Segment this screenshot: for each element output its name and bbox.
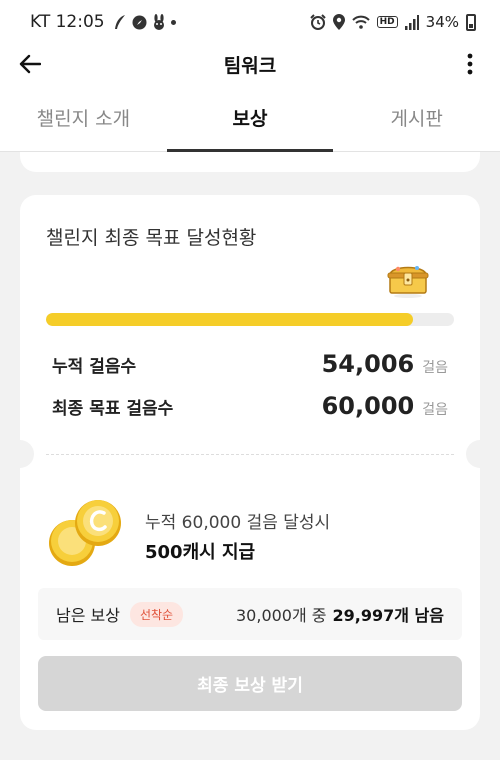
claim-final-reward-button[interactable]: 최종 보상 받기 — [38, 656, 462, 711]
ticket-notch-left — [6, 440, 34, 468]
wifi-icon — [351, 15, 370, 29]
remaining-rewards-box: 남은 보상 선착순 30,000개 중 29,997개 남음 — [38, 588, 462, 640]
final-goal-label: 최종 목표 걸음수 — [52, 399, 174, 419]
coins-icon — [49, 500, 121, 566]
feather-icon — [114, 15, 125, 29]
status-bar: KT 12:05 HD 34% — [0, 0, 500, 44]
alarm-icon — [309, 14, 326, 30]
first-come-badge: 선착순 — [129, 601, 184, 627]
back-arrow-icon — [19, 54, 41, 74]
goal-progress-fill — [46, 313, 414, 326]
goal-progress-bar — [46, 313, 454, 326]
rabbit-icon — [153, 14, 164, 30]
tab-rewards[interactable]: 보상 — [166, 84, 334, 152]
remaining-total: 30,000개 중 — [236, 606, 327, 625]
goal-status-card: 챌린지 최종 목표 달성현황 누적 걸음수 54,006 걸음 최종 목표 걸음… — [6, 195, 494, 730]
cumulative-steps-unit: 걸음 — [422, 360, 448, 376]
cumulative-steps-label: 누적 걸음수 — [52, 357, 137, 377]
final-goal-row: 최종 목표 걸음수 60,000 걸음 — [52, 392, 448, 420]
ticket-notch-right — [466, 440, 494, 468]
tab-bar: 챌린지 소개 보상 게시판 — [0, 84, 500, 152]
dashed-divider — [46, 454, 454, 455]
tab-challenge-intro[interactable]: 챌린지 소개 — [0, 84, 167, 151]
remaining-rewards-info: 30,000개 중 29,997개 남음 — [236, 602, 444, 626]
goal-card-title: 챌린지 최종 목표 달성현황 — [46, 227, 257, 249]
more-options-button[interactable] — [454, 48, 486, 80]
carrier-time: KT 12:05 — [30, 12, 105, 32]
compass-icon — [132, 15, 147, 29]
more-vertical-icon — [467, 53, 473, 75]
final-goal-value: 60,000 — [321, 392, 415, 420]
signal-icon — [404, 14, 419, 30]
remaining-count: 29,997개 남음 — [332, 606, 444, 625]
cumulative-steps-value: 54,006 — [321, 350, 415, 378]
battery-icon — [466, 13, 476, 31]
more-notifications-dot — [170, 19, 176, 25]
page-title: 팀워크 — [223, 54, 277, 77]
back-button[interactable] — [14, 48, 46, 80]
tab-board[interactable]: 게시판 — [333, 84, 500, 151]
app-header: 팀워크 — [0, 44, 500, 84]
notification-icons — [113, 14, 176, 30]
treasure-chest-icon — [387, 266, 429, 298]
reward-condition: 누적 60,000 걸음 달성시 — [145, 513, 331, 533]
previous-card-bottom — [20, 152, 480, 172]
hd-voice-icon: HD — [376, 16, 398, 28]
final-goal-unit: 걸음 — [422, 402, 448, 418]
battery-percent: 34% — [425, 13, 459, 31]
cumulative-steps-row: 누적 걸음수 54,006 걸음 — [52, 350, 448, 378]
reward-amount: 500캐시 지급 — [145, 542, 256, 563]
location-icon — [332, 14, 345, 30]
remaining-rewards-label: 남은 보상 — [56, 606, 120, 625]
